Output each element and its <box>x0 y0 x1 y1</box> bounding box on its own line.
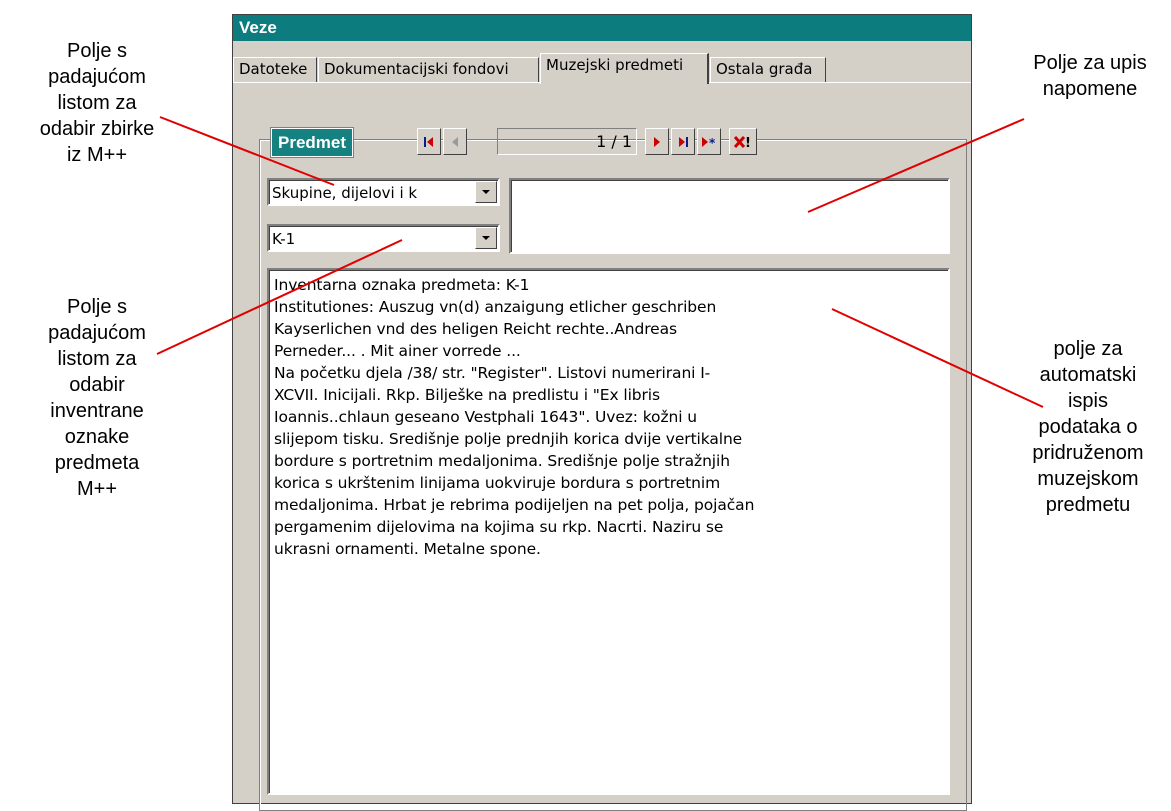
tab-ostala-grada[interactable]: Ostala građa <box>710 57 826 82</box>
callout-line: Polje s <box>66 296 128 318</box>
callout-line: podataka o <box>1038 416 1138 438</box>
details-line: Na početku djela /38/ str. "Register". L… <box>274 364 711 382</box>
links-window: Veze Datoteke Dokumentacijski fondovi Mu… <box>232 14 972 811</box>
callout-inventory-dropdown: Polje s padajućom listom za odabir inven… <box>12 294 182 502</box>
callout-line: predmetu <box>1045 494 1131 516</box>
note-field[interactable] <box>509 178 950 254</box>
details-line: Perneder... . Mit ainer vorrede ... <box>274 342 521 360</box>
callout-line: padajućom <box>48 66 146 88</box>
new-record-icon: * <box>702 136 716 150</box>
details-line: Ioannis..chlaun geseano Vestphali 1643".… <box>274 408 697 426</box>
details-line: pergamenim dijelovima na kojima su rkp. … <box>274 518 724 536</box>
callout-line: odabir zbirke <box>39 118 155 140</box>
next-record-icon <box>654 136 660 147</box>
last-record-icon <box>679 136 688 147</box>
tab-strip: Datoteke Dokumentacijski fondovi Muzejsk… <box>233 41 971 84</box>
next-record-button[interactable] <box>645 128 669 155</box>
svg-text:!: ! <box>745 136 751 150</box>
collection-dropdown[interactable]: Skupine, dijelovi i k <box>267 178 500 206</box>
window-titlebar: Veze <box>233 15 971 41</box>
tab-datoteke[interactable]: Datoteke <box>233 57 317 82</box>
svg-text:*: * <box>709 136 716 150</box>
details-line: Kayserlichen vnd des heligen Reicht rech… <box>274 320 677 338</box>
collection-value: Skupine, dijelovi i k <box>272 184 418 202</box>
prev-record-button[interactable] <box>443 128 467 155</box>
callout-line: padajućom <box>48 322 146 344</box>
details-line: Institutiones: Auszug vn(d) anzaigung et… <box>274 298 717 316</box>
details-memo[interactable]: Inventarna oznaka predmeta: K-1 Institut… <box>267 268 950 795</box>
callout-line: odabir <box>69 374 125 396</box>
callout-note-field: Polje za upis napomene <box>1010 50 1170 102</box>
callout-line: ispis <box>1067 390 1108 412</box>
callout-line: muzejskom <box>1037 468 1139 490</box>
details-line: XCVII. Inicijali. Rkp. Bilješke na predl… <box>274 386 660 404</box>
callout-line: Polje s <box>66 40 128 62</box>
callout-line: pridruženom <box>1032 442 1144 464</box>
last-record-button[interactable] <box>671 128 695 155</box>
callout-line: polje za <box>1053 338 1123 360</box>
callout-collection-dropdown: Polje s padajućom listom za odabir zbirk… <box>12 38 182 168</box>
callout-line: napomene <box>1042 78 1138 100</box>
first-record-button[interactable] <box>417 128 441 155</box>
new-record-button[interactable]: * <box>697 128 721 155</box>
inventory-value: K-1 <box>272 230 296 248</box>
chevron-down-icon[interactable] <box>475 227 497 249</box>
details-line: Inventarna oznaka predmeta: K-1 <box>274 276 530 294</box>
record-position: 1 / 1 <box>497 128 637 155</box>
callout-line: inventrane <box>50 400 144 422</box>
callout-line: Polje za upis <box>1033 52 1147 74</box>
first-record-icon <box>424 136 433 147</box>
window-title: Veze <box>239 18 277 37</box>
details-line: slijepom tisku. Središnje polje prednjih… <box>274 430 743 448</box>
callout-line: iz M++ <box>66 144 128 166</box>
details-line: ukrasni ornamenti. Metalne spone. <box>274 540 541 558</box>
tab-muzejski-predmeti[interactable]: Muzejski predmeti <box>540 53 709 84</box>
inventory-dropdown[interactable]: K-1 <box>267 224 500 252</box>
group-label: Predmet <box>269 127 355 158</box>
tab-dokumentacijski-fondovi[interactable]: Dokumentacijski fondovi <box>318 57 539 82</box>
callout-line: listom za <box>57 92 137 114</box>
callout-line: oznake <box>64 426 130 448</box>
callout-line: automatski <box>1039 364 1137 386</box>
callout-line: predmeta <box>54 452 140 474</box>
callout-auto-details: polje za automatski ispis podataka o pri… <box>1005 336 1171 518</box>
details-line: bordure s portretnim medaljonima. Središ… <box>274 452 730 470</box>
prev-record-icon <box>452 136 458 147</box>
details-line: korica s ukrštenim linijama uokviruje bo… <box>274 474 721 492</box>
details-line: medaljonima. Hrbat je rebrima podijeljen… <box>274 496 755 514</box>
chevron-down-icon[interactable] <box>475 181 497 203</box>
callout-line: listom za <box>57 348 137 370</box>
delete-record-icon: ! <box>733 135 751 150</box>
callout-line: M++ <box>76 478 118 500</box>
delete-record-button[interactable]: ! <box>729 128 757 155</box>
